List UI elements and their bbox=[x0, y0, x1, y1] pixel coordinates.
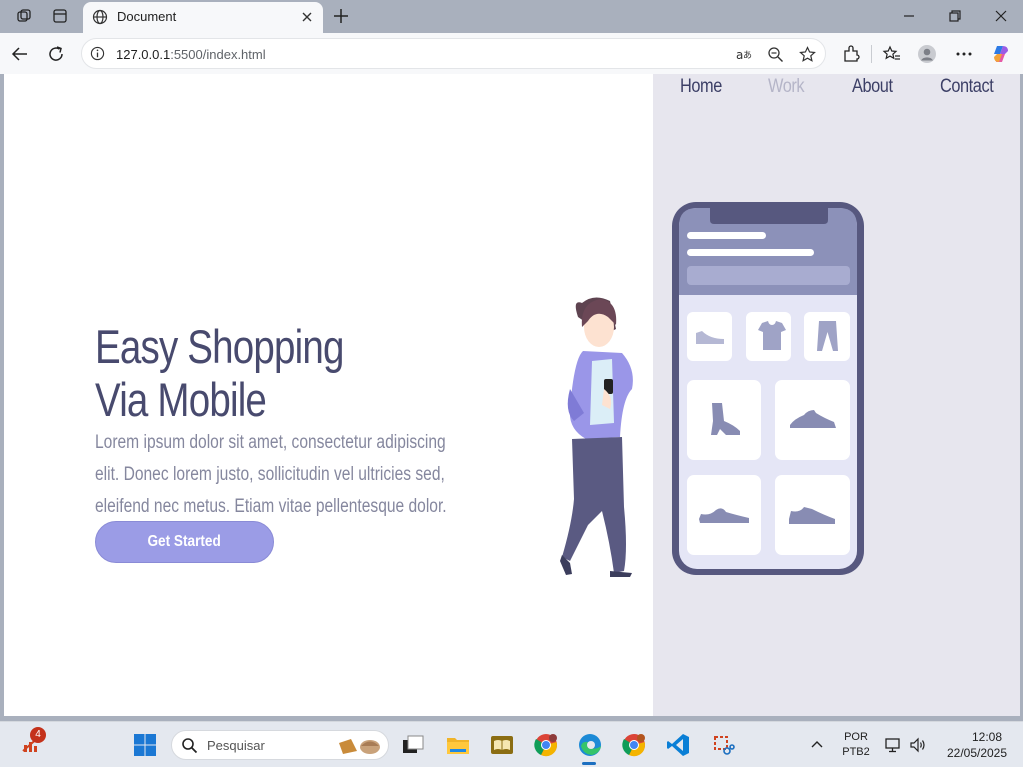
workspaces-icon[interactable] bbox=[16, 8, 32, 24]
close-tab-icon[interactable] bbox=[299, 9, 315, 25]
profile-avatar-icon[interactable] bbox=[917, 44, 937, 64]
snipping-tool-icon[interactable] bbox=[711, 733, 735, 757]
browser-tab-strip: Document bbox=[0, 0, 1023, 33]
zoom-icon[interactable] bbox=[767, 46, 784, 63]
taskbar-search[interactable]: Pesquisar bbox=[171, 730, 389, 760]
read-aloud-icon[interactable]: aあ bbox=[735, 46, 752, 63]
volume-icon[interactable] bbox=[909, 736, 927, 754]
windows-start-icon[interactable] bbox=[133, 733, 157, 757]
favorites-icon[interactable] bbox=[882, 44, 902, 64]
globe-icon bbox=[92, 9, 108, 25]
tab-title: Document bbox=[117, 9, 177, 24]
windows-taskbar: 4 Pesquisar POR PTB2 12:08 22/05/2025 bbox=[0, 721, 1023, 767]
new-tab-icon[interactable] bbox=[332, 7, 350, 25]
input-language[interactable]: POR PTB2 bbox=[838, 730, 874, 760]
hero-description: Lorem ipsum dolor sit amet, consectetur … bbox=[95, 432, 447, 517]
back-icon[interactable] bbox=[10, 44, 30, 64]
clock[interactable]: 12:08 22/05/2025 bbox=[940, 729, 1014, 761]
svg-text:あ: あ bbox=[743, 50, 752, 61]
vscode-icon[interactable] bbox=[666, 733, 690, 757]
chrome-profile-1-icon[interactable] bbox=[534, 733, 558, 757]
favorite-star-icon[interactable] bbox=[799, 46, 816, 63]
site-info-icon[interactable] bbox=[90, 46, 105, 61]
search-placeholder: Pesquisar bbox=[207, 738, 265, 753]
show-hidden-icons-chevron-icon[interactable] bbox=[810, 738, 824, 752]
chrome-profile-2-icon[interactable] bbox=[622, 733, 646, 757]
search-icon bbox=[182, 738, 198, 754]
file-explorer-icon[interactable] bbox=[446, 733, 470, 757]
notification-badge: 4 bbox=[30, 727, 46, 743]
edge-browser-icon[interactable] bbox=[578, 733, 602, 757]
nav-contact[interactable]: Contact bbox=[940, 76, 994, 98]
tab-actions-icon[interactable] bbox=[52, 8, 68, 24]
nav-work[interactable]: Work bbox=[768, 76, 805, 98]
woman-figure bbox=[560, 297, 633, 577]
search-highlight-icon bbox=[339, 739, 380, 754]
reader-app-icon[interactable] bbox=[490, 733, 514, 757]
copilot-icon[interactable] bbox=[991, 44, 1011, 64]
hero-title: Easy Shopping Via Mobile bbox=[95, 320, 344, 426]
nav-about[interactable]: About bbox=[852, 76, 893, 98]
minimize-icon[interactable] bbox=[901, 8, 917, 24]
active-app-indicator bbox=[582, 762, 596, 765]
browser-toolbar: 127.0.0.1:5500/index.html aあ bbox=[0, 33, 1023, 74]
more-options-icon[interactable] bbox=[954, 44, 974, 64]
task-view-icon[interactable] bbox=[401, 733, 425, 757]
address-bar[interactable]: 127.0.0.1:5500/index.html aあ bbox=[81, 38, 826, 69]
restore-icon[interactable] bbox=[947, 8, 963, 24]
mobile-shopping-illustration bbox=[560, 202, 864, 577]
refresh-icon[interactable] bbox=[46, 44, 66, 64]
extensions-icon[interactable] bbox=[841, 44, 861, 64]
toolbar-divider bbox=[871, 45, 872, 63]
url-text: 127.0.0.1:5500/index.html bbox=[116, 47, 266, 62]
close-window-icon[interactable] bbox=[993, 8, 1009, 24]
phone-mockup bbox=[672, 202, 864, 575]
page-viewport: Home Work About Contact Easy Shopping Vi… bbox=[4, 74, 1020, 716]
browser-tab[interactable]: Document bbox=[83, 2, 323, 33]
nav-home[interactable]: Home bbox=[680, 76, 722, 98]
network-icon[interactable] bbox=[884, 736, 902, 754]
get-started-button[interactable]: Get Started bbox=[95, 521, 274, 563]
